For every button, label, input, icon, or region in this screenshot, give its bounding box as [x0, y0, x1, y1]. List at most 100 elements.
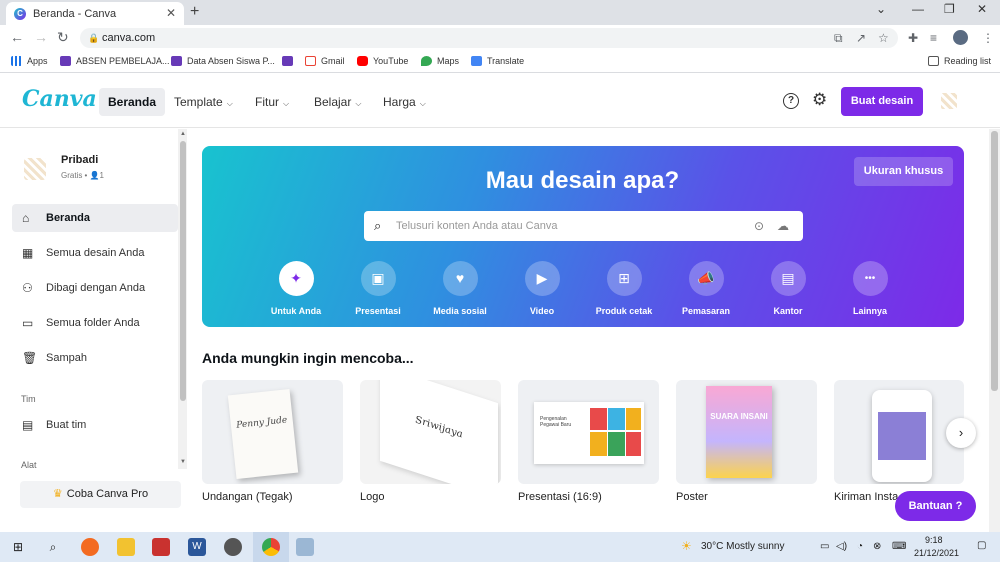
sparkle-icon: ✦: [278, 261, 314, 296]
category-produk-cetak[interactable]: ⊞ Produk cetak: [589, 261, 659, 316]
weather-text[interactable]: 30°C Mostly sunny: [701, 541, 784, 552]
back-button[interactable]: ←: [10, 29, 24, 45]
create-design-button[interactable]: Buat desain: [841, 87, 923, 116]
bookmark-forms[interactable]: [282, 56, 298, 66]
nav-harga[interactable]: Harga ⌵: [374, 88, 435, 116]
volume-icon[interactable]: ◁): [836, 541, 847, 552]
template-card-kiriman-instagram[interactable]: [834, 380, 964, 484]
share-icon[interactable]: ↗: [856, 28, 866, 48]
canva-logo[interactable]: Canva: [22, 86, 97, 112]
card-label[interactable]: Poster: [676, 491, 708, 503]
paint-icon[interactable]: [296, 538, 314, 556]
battery-icon[interactable]: ▭: [820, 541, 829, 552]
search-icon[interactable]: ⌕: [44, 538, 62, 556]
sidebar-item-beranda[interactable]: ⌂ Beranda: [12, 204, 178, 232]
sidebar-item-buat-tim[interactable]: ▤ Buat tim: [12, 411, 178, 439]
media-icon[interactable]: ≡: [930, 31, 937, 45]
crown-icon: ♛: [52, 488, 63, 500]
bookmark-translate[interactable]: Translate: [471, 56, 524, 66]
template-card-undangan[interactable]: Penny Jude: [202, 380, 343, 484]
reload-button[interactable]: ↻: [57, 29, 69, 46]
team-avatar[interactable]: [24, 158, 46, 180]
canva-favicon-icon: C: [14, 7, 26, 20]
firefox-icon[interactable]: [81, 538, 99, 556]
tab-close-icon[interactable]: ✕: [166, 6, 176, 20]
camera-icon[interactable]: ⊙: [754, 211, 764, 241]
browser-tab[interactable]: C Beranda - Canva ✕: [6, 2, 184, 25]
translate-icon[interactable]: ⧉: [834, 28, 843, 48]
ime-icon[interactable]: ⌨: [892, 541, 906, 552]
bookmark-apps[interactable]: Apps: [11, 56, 48, 66]
notification-icon[interactable]: ▢: [977, 540, 986, 551]
reading-list[interactable]: Reading list: [928, 56, 991, 66]
nav-fitur[interactable]: Fitur ⌵: [246, 88, 298, 116]
nav-beranda[interactable]: Beranda: [99, 88, 166, 116]
account-avatar[interactable]: [941, 93, 957, 109]
clock-date[interactable]: 21/12/2021: [914, 548, 959, 558]
clock-time[interactable]: 9:18: [925, 535, 943, 545]
category-pemasaran[interactable]: 📣 Pemasaran: [671, 261, 741, 316]
menu-icon[interactable]: ⋮: [982, 31, 994, 45]
sidebar-item-folder[interactable]: ▭ Semua folder Anda: [12, 309, 178, 337]
sidebar-item-semua-desain[interactable]: ▦ Semua desain Anda: [12, 239, 178, 267]
network-icon[interactable]: ◔: [857, 541, 863, 552]
card-label[interactable]: Logo: [360, 491, 384, 503]
carousel-next-button[interactable]: ›: [946, 418, 976, 448]
bookmark-star-icon[interactable]: ☆: [878, 28, 889, 48]
help-chat-button[interactable]: Bantuan ?: [895, 491, 976, 521]
card-label[interactable]: Kiriman Insta: [834, 491, 898, 503]
app-icon[interactable]: [224, 538, 242, 556]
address-bar[interactable]: 🔒 canva.com ⧉ ↗ ☆: [80, 28, 898, 48]
sidebar-item-sampah[interactable]: 🗑 Sampah: [12, 344, 178, 372]
category-video[interactable]: ▶ Video: [507, 261, 577, 316]
category-media-sosial[interactable]: ♥ Media sosial: [425, 261, 495, 316]
close-window-button[interactable]: ✕: [977, 2, 987, 16]
file-explorer-icon[interactable]: [117, 538, 135, 556]
tab-title: Beranda - Canva: [33, 7, 117, 20]
try-pro-button[interactable]: ♛ Coba Canva Pro: [20, 481, 181, 508]
forms-icon: [282, 56, 293, 66]
card-label[interactable]: Undangan (Tegak): [202, 491, 293, 503]
search-input[interactable]: ⌕ Telusuri konten Anda atau Canva ⊙ ☁: [364, 211, 803, 241]
chrome-icon[interactable]: [262, 538, 280, 556]
nav-template[interactable]: Template ⌵: [165, 88, 242, 116]
category-kantor[interactable]: ▤ Kantor: [753, 261, 823, 316]
gear-icon[interactable]: ⚙: [812, 90, 827, 110]
word-icon[interactable]: W: [188, 538, 206, 556]
extensions-icon[interactable]: ✚: [908, 31, 918, 45]
close-circle-icon[interactable]: ⊗: [873, 541, 881, 552]
scroll-down-icon[interactable]: ▼: [180, 459, 186, 465]
sidebar-scrollbar-thumb[interactable]: [180, 141, 186, 401]
app-icon[interactable]: [152, 538, 170, 556]
category-untuk-anda[interactable]: ✦ Untuk Anda: [261, 261, 331, 316]
template-card-logo[interactable]: Sriwijaya: [360, 380, 501, 484]
bookmark-absen[interactable]: ABSEN PEMBELAJA...: [60, 56, 170, 66]
profile-avatar[interactable]: [953, 30, 968, 45]
page-scrollbar-thumb[interactable]: [991, 131, 998, 391]
category-lainnya[interactable]: ••• Lainnya: [835, 261, 905, 316]
upload-cloud-icon[interactable]: ☁: [777, 211, 789, 241]
sidebar-item-dibagi[interactable]: ⚇ Dibagi dengan Anda: [12, 274, 178, 302]
profile-name[interactable]: Pribadi: [61, 154, 98, 166]
bookmark-gmail[interactable]: Gmail: [305, 56, 345, 66]
windows-start-icon[interactable]: ⊞: [9, 538, 27, 556]
bookmark-data-absen[interactable]: Data Absen Siswa P...: [171, 56, 275, 66]
custom-size-button[interactable]: Ukuran khusus: [854, 157, 953, 186]
help-icon[interactable]: ?: [783, 93, 799, 109]
tab-search-icon[interactable]: ⌄: [876, 2, 886, 16]
maximize-button[interactable]: ❐: [944, 2, 955, 16]
bookmark-maps[interactable]: Maps: [421, 56, 459, 66]
minimize-button[interactable]: —: [912, 2, 924, 16]
scroll-up-icon[interactable]: ▲: [180, 131, 186, 137]
category-presentasi[interactable]: ▣ Presentasi: [343, 261, 413, 316]
card-label[interactable]: Presentasi (16:9): [518, 491, 602, 503]
new-tab-button[interactable]: +: [190, 3, 199, 21]
nav-belajar[interactable]: Belajar ⌵: [305, 88, 370, 116]
sidebar-item-label: Semua folder Anda: [46, 317, 140, 329]
forward-button[interactable]: →: [34, 29, 48, 45]
bookmark-youtube[interactable]: YouTube: [357, 56, 408, 66]
gift-icon: ⊞: [606, 261, 642, 296]
template-card-presentasi[interactable]: Pengenalan Pegawai Baru: [518, 380, 659, 484]
weather-sun-icon[interactable]: ☀: [681, 539, 692, 553]
template-card-poster[interactable]: SUARA INSANI: [676, 380, 817, 484]
